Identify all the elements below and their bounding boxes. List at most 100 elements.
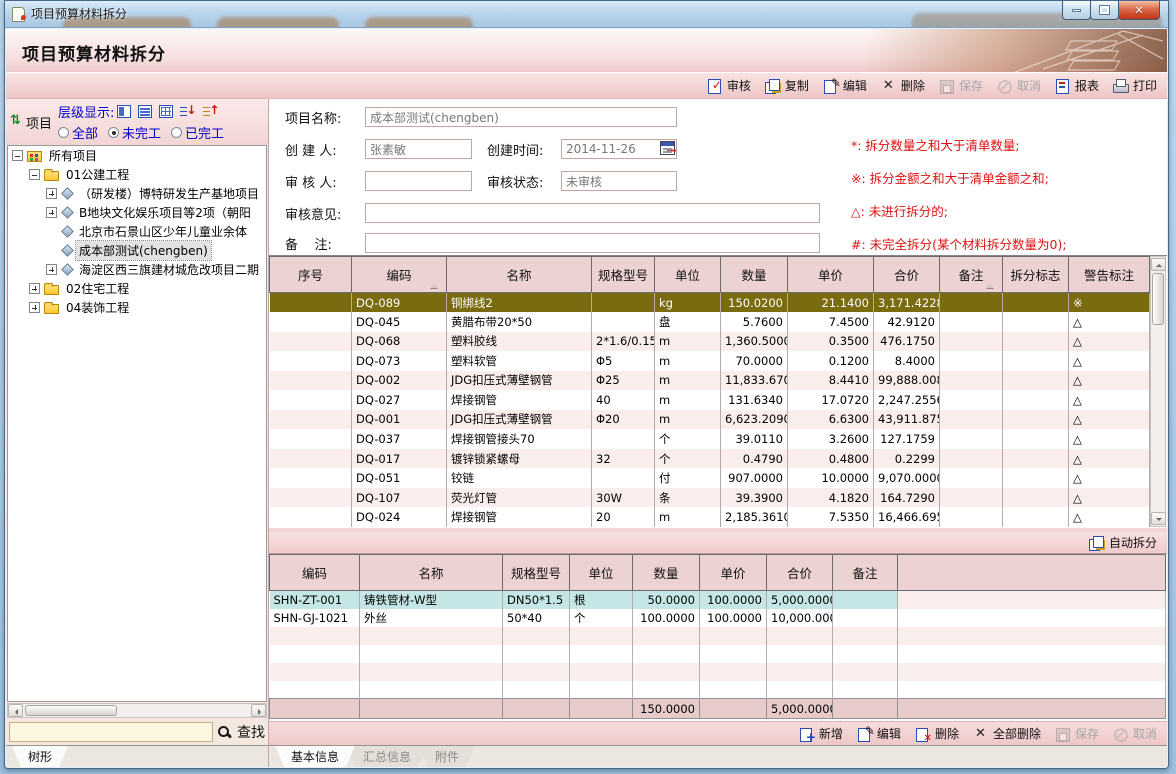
table-view-icon[interactable] — [159, 105, 173, 118]
calendar-icon[interactable] — [660, 141, 675, 155]
table-row[interactable]: DQ-037焊接钢管接头70个39.01103.2600127.1759△ — [270, 429, 1150, 449]
tree-item[interactable]: B地块文化娱乐项目等2项（朝阳 — [8, 203, 266, 222]
scroll-right-button[interactable] — [251, 704, 266, 717]
collapse-icon[interactable] — [12, 150, 23, 161]
column-header-单价[interactable]: 单价 — [700, 555, 767, 591]
tree-item[interactable]: （研发楼）博特研发生产基地项目 — [8, 184, 266, 203]
tree-item[interactable]: 成本部测试(chengben) — [8, 241, 266, 260]
split-toolbar-edit-button[interactable]: 编辑 — [857, 725, 901, 742]
auditor-field[interactable] — [365, 171, 472, 191]
table-row[interactable]: DQ-002JDG扣压式薄壁钢管Φ25m11,833.67008.441099,… — [270, 371, 1150, 391]
table-vertical-scrollbar[interactable] — [1150, 256, 1166, 527]
expand-icon[interactable] — [29, 302, 40, 313]
column-header-规格型号[interactable]: 规格型号 — [503, 555, 570, 591]
tree-item[interactable]: 01公建工程 — [8, 165, 266, 184]
split-toolbar-add-button[interactable]: 新增 — [799, 725, 843, 742]
column-header-序号[interactable]: 序号 — [270, 257, 352, 293]
content-tab-汇总信息[interactable]: 汇总信息 — [347, 746, 427, 767]
tree-horizontal-scrollbar[interactable] — [7, 703, 267, 718]
sort-asc-icon[interactable] — [203, 105, 219, 119]
sort-desc-icon[interactable] — [180, 105, 196, 119]
tree-item[interactable]: 海淀区西三旗建材城危改项目二期 — [8, 260, 266, 279]
tree-search-row: 查找 — [6, 719, 268, 745]
column-header-警告标注[interactable]: 警告标注 — [1069, 257, 1150, 293]
toolbar-audit-button[interactable]: 审核 — [707, 77, 751, 94]
minimize-button[interactable] — [1062, 1, 1091, 20]
scroll-up-button[interactable] — [1151, 258, 1166, 271]
radio-全部[interactable]: 全部 — [58, 123, 98, 142]
expand-icon[interactable] — [46, 188, 57, 199]
grid-view-icon[interactable] — [117, 105, 131, 118]
column-header-备注[interactable]: 备注 — [833, 555, 898, 591]
column-header-单位[interactable]: 单位 — [655, 257, 721, 293]
content-tab-附件[interactable]: 附件 — [419, 746, 475, 767]
audit-opinion-field[interactable] — [365, 203, 820, 223]
column-header-单位[interactable]: 单位 — [570, 555, 633, 591]
column-header-合价[interactable]: 合价 — [874, 257, 940, 293]
tree-item[interactable]: 北京市石景山区少年儿童业余体 — [8, 222, 266, 241]
table-row[interactable]: DQ-051铰链付907.000010.00009,070.0000△ — [270, 468, 1150, 488]
column-header-数量[interactable]: 数量 — [721, 257, 788, 293]
column-header-合价[interactable]: 合价 — [767, 555, 833, 591]
table-row[interactable]: DQ-024焊接钢管20m2,185.36107.535016,466.6951… — [270, 507, 1150, 527]
toolbar-edit-button[interactable]: 编辑 — [823, 77, 867, 94]
table-row[interactable]: DQ-068塑料胶线2*1.6/0.15m1,360.50000.3500476… — [270, 332, 1150, 352]
find-button[interactable]: 查找 — [217, 722, 265, 742]
expand-icon[interactable] — [29, 283, 40, 294]
restore-button[interactable] — [1090, 1, 1119, 20]
table-row[interactable]: DQ-107荧光灯管30W条39.39004.1820164.7290△ — [270, 488, 1150, 508]
column-header-数量[interactable]: 数量 — [633, 555, 700, 591]
scrollbar-thumb[interactable] — [25, 705, 117, 716]
refresh-icon[interactable] — [10, 115, 22, 129]
table-row[interactable]: DQ-001JDG扣压式薄壁钢管Φ20m6,623.20906.630043,9… — [270, 410, 1150, 430]
toolbar-print-button[interactable]: 打印 — [1113, 77, 1157, 94]
sidebar-tab-树形[interactable]: 树形 — [12, 746, 68, 767]
project-name-field[interactable] — [365, 107, 677, 127]
column-header-单价[interactable]: 单价 — [788, 257, 874, 293]
list-view-icon[interactable] — [138, 105, 152, 118]
close-icon: ✕ — [1134, 4, 1143, 17]
table-row[interactable]: DQ-027焊接钢管40m131.634017.07202,247.2556△ — [270, 390, 1150, 410]
expand-icon[interactable] — [46, 207, 57, 218]
scroll-left-button[interactable] — [8, 704, 23, 717]
audit-status-field[interactable] — [561, 171, 677, 191]
cell: △ — [1069, 351, 1150, 371]
column-header-名称[interactable]: 名称 — [447, 257, 592, 293]
tree-item[interactable]: 02住宅工程 — [8, 279, 266, 298]
table-row[interactable]: SHN-GJ-1021外丝50*40个100.0000100.000010,00… — [270, 609, 1166, 627]
close-button[interactable]: ✕ — [1118, 1, 1160, 20]
column-header-备注[interactable]: 备注 — [940, 257, 1003, 293]
creator-field[interactable] — [365, 139, 472, 159]
table-row[interactable]: DQ-017镀锌锁紧螺母32个0.47900.48000.2299△ — [270, 449, 1150, 469]
table-row[interactable]: DQ-089铜绑线2kg150.020021.14003,171.4228※ — [270, 293, 1150, 313]
cell: 8.4410 — [788, 371, 874, 391]
toolbar-report-button[interactable]: 报表 — [1055, 77, 1099, 94]
expand-icon[interactable] — [46, 264, 57, 275]
tree-item[interactable]: 04装饰工程 — [8, 298, 266, 317]
column-header-规格型号[interactable]: 规格型号 — [592, 257, 655, 293]
table-row[interactable]: SHN-ZT-001铸铁管材-W型DN50*1.5根50.0000100.000… — [270, 591, 1166, 609]
autosplit-button[interactable]: 自动拆分 — [1089, 534, 1157, 551]
table-row[interactable]: DQ-073塑料软管Φ5m70.00000.12008.4000△ — [270, 351, 1150, 371]
column-header-编码[interactable]: 编码 — [352, 257, 447, 293]
collapse-icon[interactable] — [29, 169, 40, 180]
radio-未完工[interactable]: 未完工 — [108, 123, 161, 142]
cell — [270, 663, 360, 681]
column-header-编码[interactable]: 编码 — [270, 555, 360, 591]
cell: 荧光灯管 — [447, 488, 592, 508]
column-header-拆分标志[interactable]: 拆分标志 — [1003, 257, 1069, 293]
toolbar-delete-button[interactable]: 删除 — [881, 77, 925, 94]
content-tab-基本信息[interactable]: 基本信息 — [275, 746, 355, 767]
radio-已完工[interactable]: 已完工 — [171, 123, 224, 142]
split-toolbar-delete-button[interactable]: 删除 — [915, 725, 959, 742]
scrollbar-thumb[interactable] — [1152, 273, 1164, 325]
toolbar-copy-button[interactable]: 复制 — [765, 77, 809, 94]
column-header-blank[interactable] — [898, 555, 1166, 591]
search-input[interactable] — [9, 722, 213, 742]
scroll-down-button[interactable] — [1151, 512, 1166, 525]
tree-item[interactable]: 所有项目 — [8, 146, 266, 165]
split-toolbar-delete-all-button[interactable]: 全部删除 — [973, 725, 1041, 742]
remark-field[interactable] — [365, 233, 820, 253]
column-header-名称[interactable]: 名称 — [360, 555, 503, 591]
table-row[interactable]: DQ-045黄腊布带20*50盘5.76007.450042.9120△ — [270, 312, 1150, 332]
